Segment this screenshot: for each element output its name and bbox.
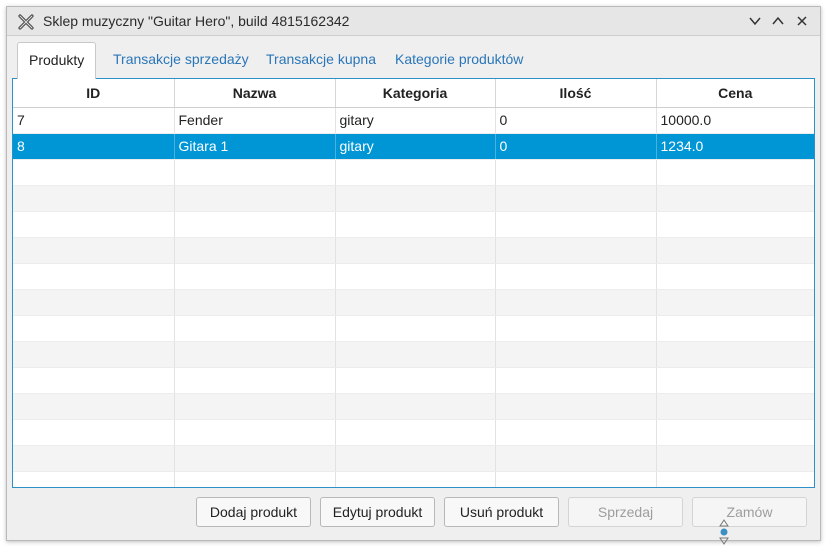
chevron-down-icon	[749, 17, 761, 26]
column-header-id[interactable]: ID	[13, 79, 175, 108]
tab-transakcje-kupna[interactable]: Transakcje kupna	[255, 42, 387, 78]
products-table[interactable]: ID Nazwa Kategoria Ilość Cena 7 Fender g…	[12, 78, 815, 488]
empty-row	[13, 471, 814, 487]
maximize-button[interactable]	[770, 13, 786, 29]
empty-row	[13, 367, 814, 394]
sell-button[interactable]: Sprzedaj	[568, 497, 683, 527]
column-header-kategoria[interactable]: Kategoria	[335, 79, 496, 108]
cell-ilosc[interactable]: 0	[495, 107, 657, 134]
empty-row	[13, 263, 814, 290]
cell-kategoria[interactable]: gitary	[335, 133, 496, 160]
main-window: Sklep muzyczny "Guitar Hero", build 4815…	[6, 6, 821, 541]
title-bar[interactable]: Sklep muzyczny "Guitar Hero", build 4815…	[7, 7, 820, 36]
empty-row	[13, 211, 814, 238]
column-header-nazwa[interactable]: Nazwa	[174, 79, 336, 108]
minimize-button[interactable]	[747, 13, 763, 29]
close-button[interactable]	[794, 13, 810, 29]
cell-cena[interactable]: 10000.0	[656, 107, 814, 134]
close-icon	[797, 16, 807, 26]
empty-row	[13, 237, 814, 264]
column-header-cena[interactable]: Cena	[656, 79, 814, 108]
empty-row	[13, 289, 814, 316]
delete-product-button[interactable]: Usuń produkt	[444, 497, 559, 527]
resize-handle-icon[interactable]	[718, 519, 730, 545]
cell-kategoria[interactable]: gitary	[335, 107, 496, 134]
empty-row	[13, 445, 814, 472]
edit-product-button[interactable]: Edytuj produkt	[320, 497, 435, 527]
tab-kategorie-produktow[interactable]: Kategorie produktów	[384, 42, 534, 78]
tab-produkty[interactable]: Produkty	[17, 42, 97, 79]
x-logo-icon	[18, 14, 34, 30]
empty-row	[13, 315, 814, 342]
cell-id[interactable]: 7	[13, 107, 175, 134]
empty-row	[13, 185, 814, 212]
cell-ilosc[interactable]: 0	[495, 133, 657, 160]
order-button[interactable]: Zamów	[692, 497, 807, 527]
chevron-up-icon	[772, 16, 784, 25]
empty-row	[13, 341, 814, 368]
empty-row	[13, 393, 814, 420]
table-header-row: ID Nazwa Kategoria Ilość Cena	[13, 79, 814, 108]
tab-transakcje-sprzedazy[interactable]: Transakcje sprzedaży	[102, 42, 260, 78]
empty-row	[13, 419, 814, 446]
table-row[interactable]: 7 Fender gitary 0 10000.0	[13, 107, 814, 134]
cell-id[interactable]: 8	[13, 133, 175, 160]
add-product-button[interactable]: Dodaj produkt	[196, 497, 311, 527]
table-row-selected[interactable]: 8 Gitara 1 gitary 0 1234.0	[13, 133, 814, 160]
column-header-ilosc[interactable]: Ilość	[495, 79, 657, 108]
cell-nazwa[interactable]: Gitara 1	[174, 133, 336, 160]
cell-nazwa[interactable]: Fender	[174, 107, 336, 134]
empty-row	[13, 159, 814, 186]
cell-cena[interactable]: 1234.0	[656, 133, 814, 160]
window-title: Sklep muzyczny "Guitar Hero", build 4815…	[43, 13, 350, 29]
